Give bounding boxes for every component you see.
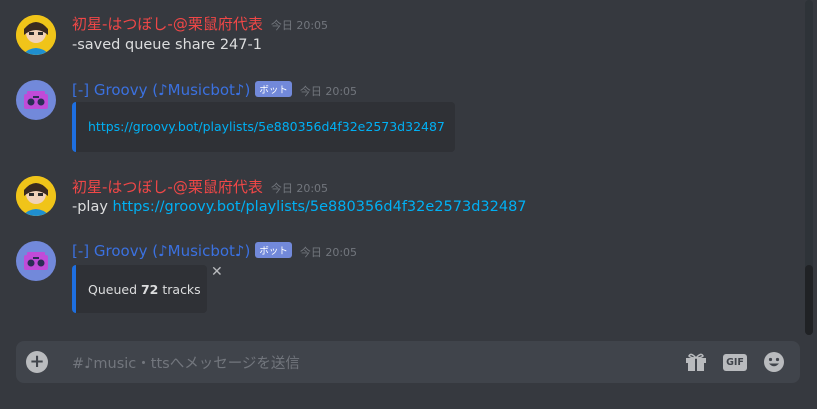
gif-label: GIF [723, 353, 747, 371]
author-name[interactable]: [-] Groovy (♪Musicbot♪) [72, 81, 250, 99]
embed: Queued 72 tracks [72, 265, 207, 313]
message-text: -saved queue share 247-1 [72, 37, 262, 53]
close-icon[interactable]: ✕ [211, 264, 223, 280]
message-text-prefix: -play [72, 199, 113, 215]
bot-badge: ボット [255, 242, 292, 258]
timestamp: 今日 20:05 [299, 85, 358, 98]
track-count: 72 [140, 282, 159, 297]
queued-suffix: tracks [158, 282, 201, 297]
gift-icon[interactable] [684, 351, 708, 373]
timestamp: 今日 20:05 [270, 19, 329, 32]
bot-avatar[interactable] [16, 80, 56, 120]
message-input[interactable]: #♪music・ttsへメッセージを送信 [72, 352, 300, 373]
queued-prefix: Queued [88, 282, 141, 297]
user-avatar[interactable] [16, 176, 56, 216]
playlist-link[interactable]: https://groovy.bot/playlists/5e880356d4f… [88, 119, 445, 134]
embed: https://groovy.bot/playlists/5e880356d4f… [72, 102, 455, 152]
timestamp: 今日 20:05 [299, 246, 358, 259]
robot-avatar-icon [24, 252, 48, 270]
add-icon[interactable]: + [26, 351, 48, 373]
author-name[interactable]: 初星-はつぼし-@栗鼠府代表 [72, 176, 263, 197]
scrollbar-thumb[interactable] [805, 265, 813, 335]
playlist-link[interactable]: https://groovy.bot/playlists/5e880356d4f… [113, 199, 527, 215]
author-name[interactable]: [-] Groovy (♪Musicbot♪) [72, 242, 250, 260]
timestamp: 今日 20:05 [270, 182, 329, 195]
emoji-icon[interactable] [762, 351, 786, 373]
author-name[interactable]: 初星-はつぼし-@栗鼠府代表 [72, 13, 263, 34]
bot-avatar[interactable] [16, 241, 56, 281]
robot-avatar-icon [24, 91, 48, 109]
message-composer[interactable]: + #♪music・ttsへメッセージを送信 GIF [16, 341, 800, 383]
message-text: -play https://groovy.bot/playlists/5e880… [72, 199, 527, 215]
user-avatar[interactable] [16, 15, 56, 55]
gif-icon[interactable]: GIF [722, 351, 748, 373]
bot-badge: ボット [255, 81, 292, 97]
